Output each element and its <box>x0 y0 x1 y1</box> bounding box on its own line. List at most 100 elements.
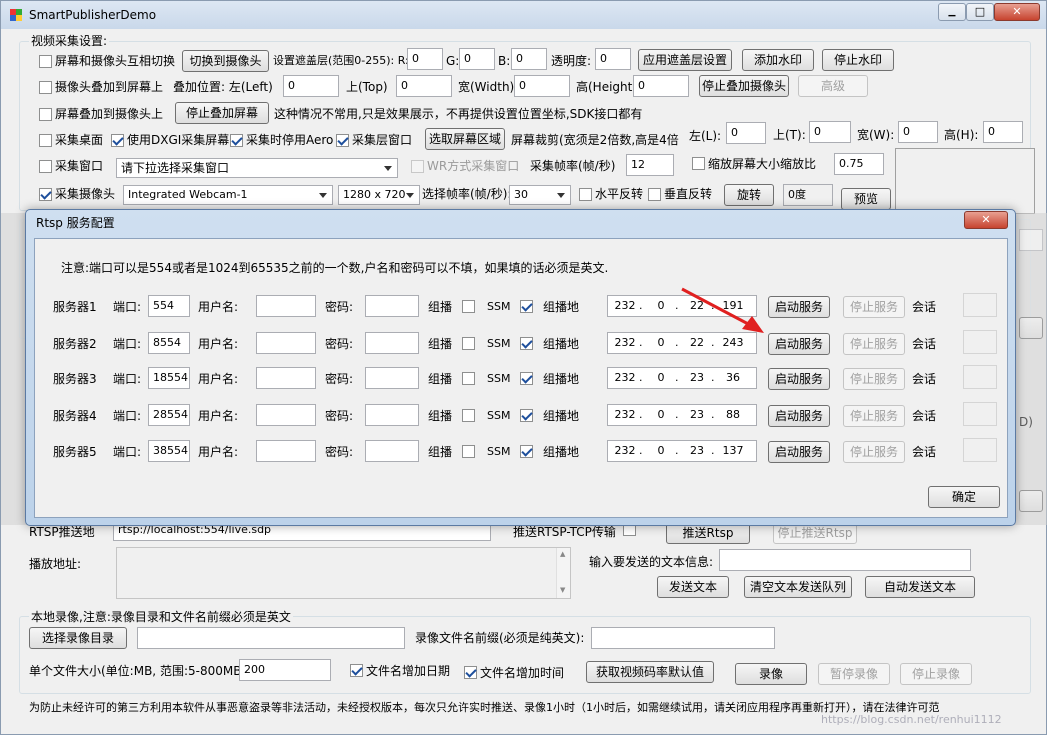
password-input[interactable] <box>365 295 419 317</box>
capture-layered-checkbox[interactable] <box>336 134 349 147</box>
multicast-ip-input[interactable]: 232. 0. 23. 36 <box>607 367 757 389</box>
ssm-checkbox[interactable] <box>520 300 533 313</box>
username-input[interactable] <box>256 332 316 354</box>
choose-record-dir-button[interactable]: 选择录像目录 <box>29 627 127 649</box>
screen-over-camera-checkbox[interactable] <box>39 108 52 121</box>
start-service-button[interactable]: 启动服务 <box>768 296 830 318</box>
hflip-checkbox[interactable] <box>579 188 592 201</box>
overlay-top-input[interactable]: 0 <box>396 75 452 97</box>
disable-aero-checkbox[interactable] <box>230 134 243 147</box>
stop-watermark-button[interactable]: 停止水印 <box>822 49 894 71</box>
multicast-checkbox[interactable] <box>462 445 475 458</box>
file-size-input[interactable]: 200 <box>239 659 331 681</box>
start-service-button[interactable]: 启动服务 <box>768 333 830 355</box>
stop-service-button[interactable]: 停止服务 <box>843 405 905 427</box>
capture-fps-input[interactable]: 12 <box>626 154 674 176</box>
port-input[interactable]: 18554 <box>148 367 190 389</box>
stop-record-button[interactable]: 停止录像 <box>900 663 972 685</box>
vflip-checkbox[interactable] <box>648 188 661 201</box>
record-dir-input[interactable] <box>137 627 405 649</box>
mask-b-input[interactable]: 0 <box>511 48 547 70</box>
dxgi-checkbox[interactable] <box>111 134 124 147</box>
crop-left-input[interactable]: 0 <box>726 122 766 144</box>
maximize-button[interactable]: □ <box>966 3 994 21</box>
overlay-left-input[interactable]: 0 <box>283 75 339 97</box>
multicast-ip-input[interactable]: 232. 0. 23. 137 <box>607 440 757 462</box>
camera-fps-select[interactable]: 30 <box>509 185 571 205</box>
camera-device-select[interactable]: Integrated Webcam-1 <box>123 185 333 205</box>
mask-g-input[interactable]: 0 <box>459 48 495 70</box>
ssm-checkbox[interactable] <box>520 372 533 385</box>
password-input[interactable] <box>365 367 419 389</box>
password-input[interactable] <box>365 404 419 426</box>
start-service-button[interactable]: 启动服务 <box>768 405 830 427</box>
pause-record-button[interactable]: 暂停录像 <box>818 663 890 685</box>
ssm-checkbox[interactable] <box>520 445 533 458</box>
select-screen-region-button[interactable]: 选取屏幕区域 <box>425 128 505 150</box>
stop-service-button[interactable]: 停止服务 <box>843 296 905 318</box>
start-service-button[interactable]: 启动服务 <box>768 441 830 463</box>
capture-window-checkbox[interactable] <box>39 160 52 173</box>
camera-resolution-select[interactable]: 1280 x 720 <box>338 185 420 205</box>
stop-service-button[interactable]: 停止服务 <box>843 441 905 463</box>
username-input[interactable] <box>256 404 316 426</box>
add-time-checkbox[interactable] <box>464 666 477 679</box>
crop-top-input[interactable]: 0 <box>809 121 851 143</box>
add-watermark-button[interactable]: 添加水印 <box>742 49 814 71</box>
ok-button[interactable]: 确定 <box>928 486 1000 508</box>
overlay-height-input[interactable]: 0 <box>633 75 689 97</box>
switch-to-camera-button[interactable]: 切换到摄像头 <box>182 50 269 72</box>
record-button[interactable]: 录像 <box>735 663 807 685</box>
add-date-checkbox[interactable] <box>350 664 363 677</box>
mask-alpha-input[interactable]: 0 <box>595 48 631 70</box>
multicast-checkbox[interactable] <box>462 372 475 385</box>
capture-camera-checkbox[interactable] <box>39 188 52 201</box>
stop-camera-overlay-button[interactable]: 停止叠加摄像头 <box>699 75 789 97</box>
apply-mask-button[interactable]: 应用遮盖层设置 <box>638 49 732 71</box>
auto-send-text-button[interactable]: 自动发送文本 <box>865 576 975 598</box>
username-input[interactable] <box>256 295 316 317</box>
dialog-close-button[interactable]: ✕ <box>964 211 1008 229</box>
username-input[interactable] <box>256 367 316 389</box>
crop-height-input[interactable]: 0 <box>983 121 1023 143</box>
play-address-scrollbar[interactable]: ▲ ▼ <box>556 548 570 598</box>
port-input[interactable]: 38554 <box>148 440 190 462</box>
preview-button[interactable]: 预览 <box>841 188 891 210</box>
username-input[interactable] <box>256 440 316 462</box>
send-text-button[interactable]: 发送文本 <box>657 576 729 598</box>
multicast-ip-input[interactable]: 232. 0. 23. 88 <box>607 404 757 426</box>
password-input[interactable] <box>365 332 419 354</box>
capture-window-select[interactable]: 请下拉选择采集窗口 <box>116 158 398 178</box>
send-text-input[interactable] <box>719 549 971 571</box>
multicast-checkbox[interactable] <box>462 337 475 350</box>
rotate-button[interactable]: 旋转 <box>724 184 774 206</box>
port-input[interactable]: 8554 <box>148 332 190 354</box>
switch-checkbox[interactable] <box>39 55 52 68</box>
port-input[interactable]: 554 <box>148 295 190 317</box>
advanced-button[interactable]: 高级 <box>798 75 868 97</box>
get-bitrate-button[interactable]: 获取视频码率默认值 <box>586 661 714 683</box>
record-prefix-input[interactable] <box>591 627 775 649</box>
port-input[interactable]: 28554 <box>148 404 190 426</box>
capture-desktop-checkbox[interactable] <box>39 134 52 147</box>
ssm-checkbox[interactable] <box>520 409 533 422</box>
mask-r-input[interactable]: 0 <box>407 48 443 70</box>
clear-text-queue-button[interactable]: 清空文本发送队列 <box>744 576 852 598</box>
stop-service-button[interactable]: 停止服务 <box>843 333 905 355</box>
minimize-button[interactable]: ▁ <box>938 3 966 21</box>
multicast-checkbox[interactable] <box>462 300 475 313</box>
crop-width-input[interactable]: 0 <box>898 121 938 143</box>
multicast-checkbox[interactable] <box>462 409 475 422</box>
play-address-box[interactable]: ▲ ▼ <box>116 547 571 599</box>
stop-screen-overlay-button[interactable]: 停止叠加屏幕 <box>175 102 269 124</box>
password-input[interactable] <box>365 440 419 462</box>
close-button[interactable]: ✕ <box>994 3 1040 21</box>
camera-over-screen-checkbox[interactable] <box>39 81 52 94</box>
ssm-checkbox[interactable] <box>520 337 533 350</box>
overlay-width-input[interactable]: 0 <box>514 75 570 97</box>
stop-service-button[interactable]: 停止服务 <box>843 368 905 390</box>
wr-capture-checkbox[interactable] <box>411 160 424 173</box>
scale-ratio-input[interactable]: 0.75 <box>834 153 884 175</box>
scale-screen-checkbox[interactable] <box>692 157 705 170</box>
start-service-button[interactable]: 启动服务 <box>768 368 830 390</box>
